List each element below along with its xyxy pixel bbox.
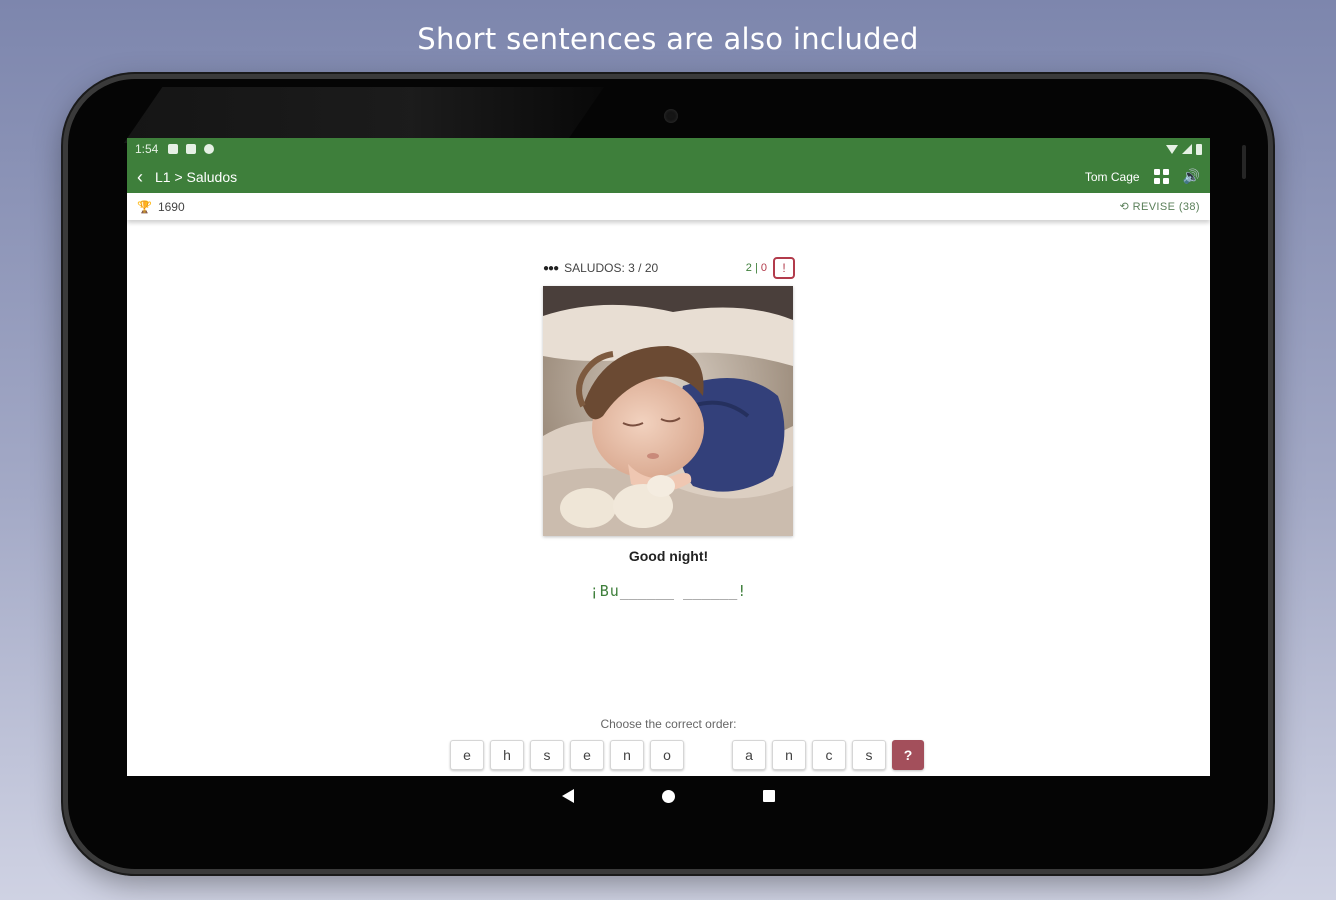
points-bar: 🏆 1690 ⟲ REVISE (38)	[127, 193, 1210, 220]
hint-button[interactable]: ?	[892, 740, 924, 770]
status-bar: 1:54	[127, 138, 1210, 160]
side-button	[1242, 145, 1246, 179]
revise-button[interactable]: ⟲ REVISE (38)	[1120, 200, 1200, 213]
app-bar: ‹ L1 > Saludos Tom Cage 🔊	[127, 160, 1210, 193]
sync-icon	[204, 144, 215, 154]
sd-card-icon	[186, 144, 197, 154]
letter-tile[interactable]: a	[732, 740, 766, 770]
letter-tile[interactable]: n	[610, 740, 644, 770]
promo-headline: Short sentences are also included	[417, 22, 919, 56]
letter-tile[interactable]: e	[570, 740, 604, 770]
nav-back-icon[interactable]	[562, 789, 574, 803]
nav-home-icon[interactable]	[662, 789, 675, 803]
answer-typed: Bu	[599, 582, 620, 600]
letter-tile[interactable]: h	[490, 740, 524, 770]
lesson-progress: SALUDOS: 3 / 20	[564, 261, 659, 275]
tablet-glare	[124, 87, 604, 143]
score-separator: |	[751, 262, 761, 274]
wifi-icon	[1166, 144, 1178, 154]
speaker-icon[interactable]: 🔊	[1183, 168, 1200, 185]
score: 2 | 0	[746, 262, 767, 274]
menu-dots-icon[interactable]: ●●●	[543, 263, 559, 274]
signal-icon	[1182, 144, 1192, 154]
letter-tile[interactable]: c	[812, 740, 846, 770]
letter-tile[interactable]: o	[650, 740, 684, 770]
breadcrumb[interactable]: L1 > Saludos	[155, 169, 237, 185]
trophy-icon: 🏆	[137, 199, 152, 214]
battery-icon	[1196, 143, 1202, 155]
lesson-header: ●●● SALUDOS: 3 / 20 2 | 0 !	[543, 256, 795, 280]
answer-blanks: ______ ______	[619, 582, 738, 600]
score-wrong: 0	[760, 262, 767, 274]
back-arrow-icon[interactable]: ‹	[137, 168, 143, 186]
instruction-text: Choose the correct order:	[600, 717, 737, 731]
status-time: 1:54	[135, 142, 159, 156]
phrase-translation: Good night!	[628, 548, 709, 564]
notification-icon	[168, 144, 179, 154]
app-screen: 1:54 ‹ L1 > Saludos Tom Cage 🔊 🏆 1690 ⟲ …	[127, 138, 1210, 776]
letter-tiles: e h s e n o a n c s ?	[450, 738, 930, 772]
answer-close-punct: !	[737, 582, 748, 600]
letter-tile[interactable]: e	[450, 740, 484, 770]
exercise-area: ●●● SALUDOS: 3 / 20 2 | 0 ! Good night! …	[127, 220, 1210, 776]
user-name[interactable]: Tom Cage	[1085, 170, 1140, 184]
camera-icon	[664, 109, 678, 123]
letter-tile[interactable]: s	[530, 740, 564, 770]
grid-icon[interactable]	[1153, 169, 1169, 184]
report-button[interactable]: !	[773, 257, 795, 279]
system-nav-bar	[127, 776, 1210, 816]
points-value: 1690	[157, 199, 185, 214]
nav-recent-icon[interactable]	[763, 790, 775, 802]
letter-tile[interactable]: n	[772, 740, 806, 770]
exercise-image	[543, 286, 793, 536]
answer-field[interactable]: ¡Bu______ ______!	[127, 582, 1210, 600]
letter-tile[interactable]: s	[852, 740, 886, 770]
answer-open-punct: ¡	[589, 582, 600, 600]
